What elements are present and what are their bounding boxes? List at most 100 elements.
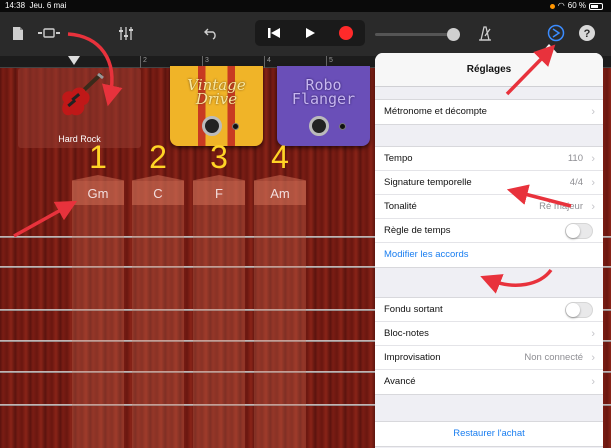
- battery-icon: [589, 2, 603, 10]
- play-icon: [306, 28, 315, 38]
- record-icon: [339, 26, 353, 40]
- row-label: Fondu sortant: [384, 304, 443, 315]
- settings-panel: Réglages Métronome et décompte › Tempo 110…: [375, 53, 603, 448]
- row-label: Règle de temps: [384, 225, 451, 236]
- status-bar: 14:38 Jeu. 6 mai ◠ 60 %: [0, 0, 611, 12]
- chord-number: 3: [210, 139, 228, 175]
- view-toggle-icon[interactable]: [36, 22, 62, 44]
- key-value: Ré majeur: [539, 201, 583, 212]
- record-button[interactable]: [331, 20, 361, 46]
- tempo-value: 110: [567, 153, 583, 164]
- settings-group-metronome: Métronome et décompte ›: [375, 99, 603, 125]
- status-time: 14:38 Jeu. 6 mai: [5, 0, 66, 12]
- time-ruler-row: Règle de temps: [375, 219, 603, 243]
- chevron-right-icon: ›: [591, 153, 595, 165]
- chevron-right-icon: ›: [591, 201, 595, 213]
- chord-button-f[interactable]: F: [193, 175, 245, 205]
- pedal-name: Vintage Drive: [170, 78, 263, 108]
- chord-button-gm[interactable]: Gm: [72, 175, 124, 205]
- mixer-icon[interactable]: [113, 22, 139, 44]
- chord-strip-am[interactable]: [254, 181, 306, 448]
- play-button[interactable]: [295, 20, 325, 46]
- row-label: Improvisation: [384, 352, 441, 363]
- ruler-mark: 2: [140, 56, 147, 68]
- chevron-right-icon: ›: [591, 106, 595, 118]
- volume-slider[interactable]: [375, 33, 457, 36]
- chevron-right-icon: ›: [591, 177, 595, 189]
- chord-label: F: [215, 186, 223, 201]
- pedal-led-icon: [339, 123, 346, 130]
- pedal-footswitch[interactable]: [202, 116, 222, 136]
- key-row[interactable]: Tonalité Ré majeur ›: [375, 195, 603, 219]
- wifi-icon: ◠: [557, 1, 565, 10]
- fade-out-row: Fondu sortant: [375, 298, 603, 322]
- rewind-icon: [268, 28, 280, 38]
- chord-label: C: [153, 186, 163, 201]
- row-label: Signature temporelle: [384, 177, 472, 188]
- settings-group-song: Tempo 110 › Signature temporelle 4/4 › Tonal…: [375, 146, 603, 268]
- chevron-right-icon: ›: [591, 352, 595, 364]
- chevron-right-icon: ›: [591, 328, 595, 340]
- volume-slider-knob[interactable]: [447, 28, 460, 41]
- transport-controls: [255, 20, 365, 46]
- chevron-right-icon: ›: [591, 376, 595, 388]
- help-button[interactable]: ?: [575, 22, 599, 44]
- chord-label: Gm: [87, 186, 109, 201]
- settings-title: Réglages: [375, 53, 603, 87]
- settings-popover: Réglages Métronome et décompte › Tempo 110…: [363, 44, 603, 448]
- instrument-tile[interactable]: Hard Rock: [18, 68, 141, 148]
- ruler-mark: 4: [264, 56, 271, 68]
- chord-number: 2: [149, 139, 167, 175]
- battery-percent: 60 %: [567, 1, 586, 10]
- date-text: Jeu. 6 mai: [29, 1, 67, 10]
- svg-text:?: ?: [584, 28, 591, 40]
- row-label: Tempo: [384, 153, 413, 164]
- notes-row[interactable]: Bloc-notes ›: [375, 322, 603, 346]
- metronome-icon[interactable]: [472, 22, 496, 44]
- restore-purchase-row[interactable]: Restaurer l'achat: [375, 422, 603, 446]
- chord-number: 4: [271, 139, 289, 175]
- popover-arrow: [541, 44, 557, 53]
- pedal-name: Robo Flanger: [277, 78, 370, 108]
- chord-strip-f[interactable]: [193, 181, 245, 448]
- chord-button-c[interactable]: C: [132, 175, 184, 205]
- pedal-footswitch[interactable]: [309, 116, 329, 136]
- document-icon[interactable]: [8, 22, 28, 44]
- row-label: Bloc-notes: [384, 328, 429, 339]
- chord-strip-c[interactable]: [132, 181, 184, 448]
- tempo-row[interactable]: Tempo 110 ›: [375, 147, 603, 171]
- metronome-row[interactable]: Métronome et décompte ›: [375, 100, 603, 124]
- chord-number: 1: [89, 139, 107, 175]
- time-text: 14:38: [5, 1, 26, 10]
- settings-button[interactable]: [544, 22, 568, 44]
- improvisation-row[interactable]: Improvisation Non connecté ›: [375, 346, 603, 370]
- improvisation-value: Non connecté: [524, 352, 583, 363]
- edit-chords-row[interactable]: Modifier les accords: [375, 243, 603, 267]
- time-ruler-toggle[interactable]: [565, 223, 593, 239]
- vintage-drive-pedal[interactable]: Vintage Drive: [170, 66, 263, 146]
- edit-chords-link[interactable]: Modifier les accords: [384, 249, 468, 260]
- advanced-row[interactable]: Avancé ›: [375, 370, 603, 394]
- row-label: Avancé: [384, 376, 416, 387]
- electric-guitar-icon: [62, 72, 104, 116]
- chord-strip-gm[interactable]: [72, 181, 124, 448]
- pedal-name-line: Flanger: [291, 90, 356, 108]
- row-label: Métronome et décompte: [384, 106, 487, 117]
- robo-flanger-pedal[interactable]: Robo Flanger: [277, 66, 370, 146]
- restore-purchase-link[interactable]: Restaurer l'achat: [453, 428, 525, 439]
- mic-indicator-icon: [549, 3, 555, 9]
- rewind-button[interactable]: [259, 20, 289, 46]
- fade-out-toggle[interactable]: [565, 302, 593, 318]
- pedal-name-line: Drive: [195, 90, 238, 108]
- chord-label: Am: [270, 186, 290, 201]
- time-signature-row[interactable]: Signature temporelle 4/4 ›: [375, 171, 603, 195]
- chord-button-am[interactable]: Am: [254, 175, 306, 205]
- row-label: Tonalité: [384, 201, 417, 212]
- pedal-led-icon: [232, 123, 239, 130]
- status-indicators: ◠ 60 %: [549, 0, 603, 12]
- settings-group-purchase: Restaurer l'achat: [375, 421, 603, 447]
- settings-icon: [547, 24, 565, 42]
- playhead-icon[interactable]: [68, 56, 80, 65]
- help-icon: ?: [579, 25, 595, 41]
- undo-icon[interactable]: [198, 22, 224, 44]
